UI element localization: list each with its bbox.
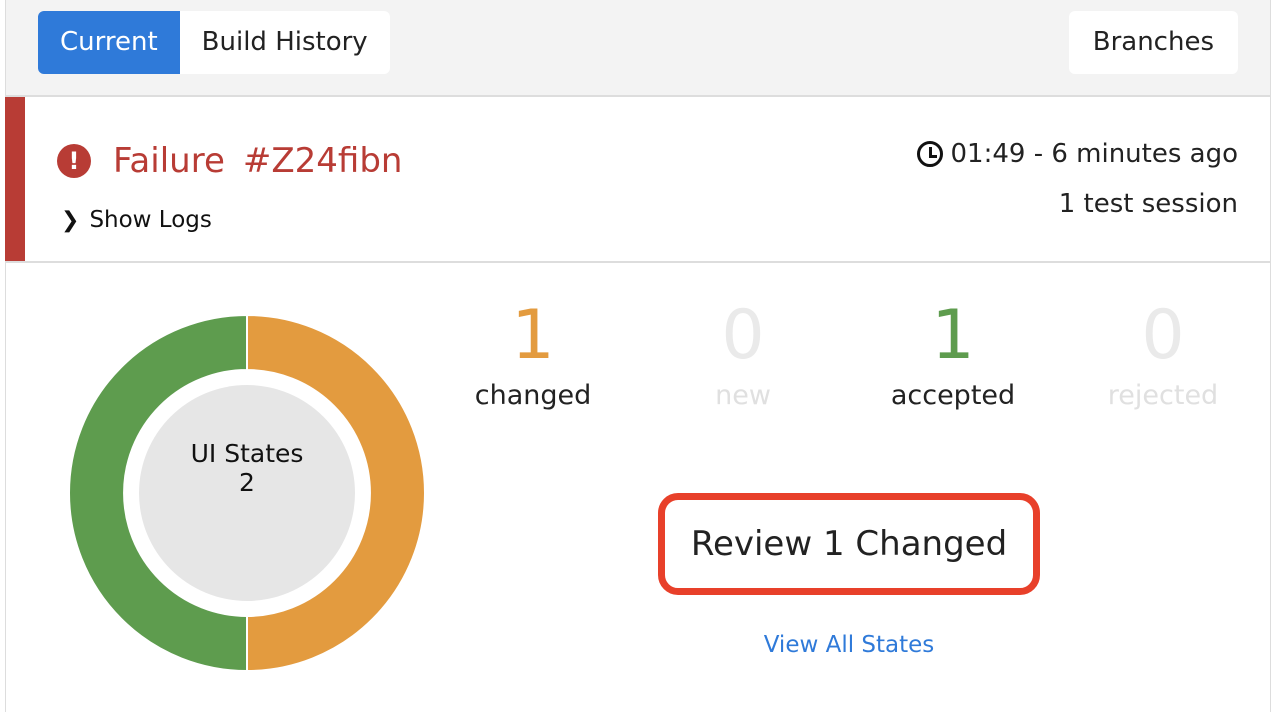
branches-button[interactable]: Branches <box>1068 11 1238 74</box>
stat-value: 0 <box>721 296 765 375</box>
donut-total: 2 <box>239 468 255 497</box>
stat-new: 0 new <box>643 296 843 412</box>
error-icon: ! <box>57 144 91 178</box>
stat-label: changed <box>474 380 592 411</box>
stat-changed[interactable]: 1 changed <box>433 296 633 412</box>
tab-current[interactable]: Current <box>38 11 180 74</box>
build-time: 01:49 - 6 minutes ago <box>916 139 1239 169</box>
show-logs-toggle[interactable]: ❯ Show Logs <box>61 207 212 233</box>
donut-title: UI States <box>190 439 304 468</box>
build-id: #Z24fibn <box>242 141 403 181</box>
stat-value: 1 <box>931 296 975 375</box>
chevron-right-icon: ❯ <box>61 207 80 233</box>
stat-accepted[interactable]: 1 accepted <box>853 296 1053 412</box>
view-all-states-link[interactable]: View All States <box>658 632 1040 658</box>
test-sessions: 1 test session <box>1058 189 1238 219</box>
stat-label: rejected <box>1107 380 1219 411</box>
donut-center: UI States 2 <box>139 385 355 601</box>
status-strip <box>5 97 25 261</box>
clock-icon <box>916 141 943 167</box>
build-card: ! Failure #Z24fibn ❯ Show Logs 01:49 - 6… <box>5 97 1271 263</box>
stat-rejected: 0 rejected <box>1063 296 1263 412</box>
stat-value: 1 <box>511 296 555 375</box>
tab-build-history[interactable]: Build History <box>180 11 390 74</box>
show-logs-label: Show Logs <box>89 207 212 233</box>
time-label: 01:49 - 6 minutes ago <box>950 139 1239 169</box>
review-changed-button[interactable]: Review 1 Changed <box>658 493 1040 595</box>
top-bar: Current Build History Branches <box>5 0 1271 97</box>
status-label: Failure <box>113 141 225 181</box>
stat-label: new <box>715 380 771 411</box>
stat-value: 0 <box>1141 296 1185 375</box>
build-status: ! Failure #Z24fibn <box>57 141 402 181</box>
stat-label: accepted <box>890 380 1016 411</box>
view-toggle: Current Build History <box>38 11 390 74</box>
